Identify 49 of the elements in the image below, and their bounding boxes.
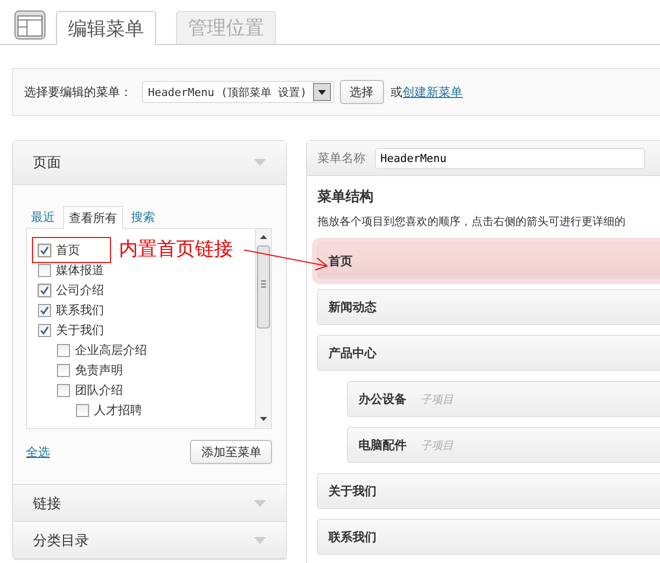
page-label: 公司介绍 xyxy=(56,282,104,298)
section-header[interactable]: 分类目录 xyxy=(13,522,286,559)
section-header[interactable]: 链接 xyxy=(13,485,286,522)
page-label: 团队介绍 xyxy=(75,382,123,398)
tab[interactable]: 最近 xyxy=(26,205,61,228)
triangle-icon[interactable] xyxy=(254,159,266,166)
section-title: 菜单结构 xyxy=(317,188,374,206)
checkbox[interactable] xyxy=(38,264,51,276)
page-label: 联系我们 xyxy=(56,302,104,318)
select-label: 选择要编辑的菜单： xyxy=(24,84,132,100)
create-menu-link[interactable]: 创建新菜单 xyxy=(402,84,463,100)
page-label: 企业高层介绍 xyxy=(75,342,147,358)
tab[interactable]: 查看所有 xyxy=(63,206,123,229)
menu-name-field[interactable]: HeaderMenu xyxy=(375,148,646,168)
menu-item[interactable]: 电脑配件 子项目 xyxy=(347,427,660,463)
checkbox[interactable] xyxy=(38,324,51,336)
page-label: 媒体报道 xyxy=(56,262,104,278)
page-label: 关于我们 xyxy=(56,322,104,338)
subitem-label: 子项目 xyxy=(420,438,454,452)
instructions-text: 拖放各个项目到您喜欢的顺序，点击右侧的箭头可进行更详细的 xyxy=(317,214,626,229)
tab[interactable]: 编辑菜单 xyxy=(56,11,156,45)
checkbox[interactable] xyxy=(57,344,70,356)
menu-item[interactable]: 新闻动态 xyxy=(317,289,660,325)
checkbox[interactable] xyxy=(57,384,70,396)
scrollbar[interactable] xyxy=(255,229,272,428)
menu-item[interactable]: 联系我们 xyxy=(317,519,660,555)
layout-icon xyxy=(14,10,46,40)
menu-dropdown[interactable]: HeaderMenu (顶部菜单 设置) xyxy=(142,81,334,103)
checkbox[interactable] xyxy=(76,404,89,416)
checkbox[interactable] xyxy=(57,364,70,376)
menu-name-label: 菜单名称 xyxy=(317,150,366,166)
section-header[interactable]: 页面 xyxy=(13,141,286,185)
tab[interactable]: 搜索 xyxy=(125,205,161,228)
select-button[interactable]: 选择 xyxy=(340,80,384,104)
triangle-icon[interactable] xyxy=(254,537,266,544)
add-to-menu-button[interactable]: 添加至菜单 xyxy=(190,440,272,464)
checkbox[interactable] xyxy=(38,304,51,316)
or-text: 或 xyxy=(390,84,403,100)
subitem-label: 子项目 xyxy=(420,392,454,406)
annotation-text: 内置首页链接 xyxy=(119,237,233,262)
menu-item[interactable]: 产品中心 xyxy=(317,335,660,371)
page-label: 人才招聘 xyxy=(94,402,142,418)
menu-item[interactable]: 关于我们 xyxy=(317,473,660,509)
caret-icon[interactable] xyxy=(312,83,331,101)
menu-item[interactable]: 办公设备 子项目 xyxy=(347,381,660,417)
page-label: 免责声明 xyxy=(75,362,123,378)
triangle-icon[interactable] xyxy=(254,500,266,507)
select-all-link[interactable]: 全选 xyxy=(26,444,50,460)
page-label: 首页 xyxy=(56,242,80,258)
